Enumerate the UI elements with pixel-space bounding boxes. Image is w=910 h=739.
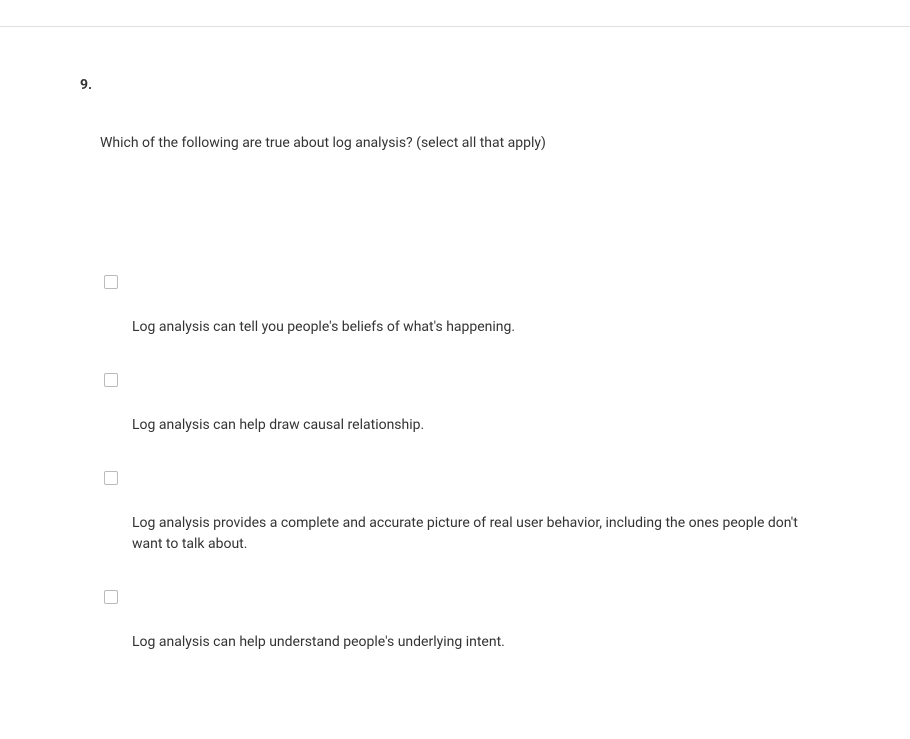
option-label: Log analysis provides a complete and acc…: [132, 513, 812, 555]
question-container: 9. Which of the following are true about…: [0, 27, 910, 653]
options-container: Log analysis can tell you people's belie…: [104, 274, 830, 653]
question-number: 9.: [80, 77, 100, 93]
question-header: 9.: [80, 77, 830, 93]
option-label: Log analysis can help understand people'…: [132, 632, 812, 653]
option-item: Log analysis can help understand people'…: [104, 589, 830, 653]
option-checkbox-4[interactable]: [104, 590, 118, 604]
option-label: Log analysis can tell you people's belie…: [132, 317, 812, 338]
option-checkbox-1[interactable]: [104, 275, 118, 289]
option-checkbox-2[interactable]: [104, 373, 118, 387]
option-checkbox-3[interactable]: [104, 471, 118, 485]
question-text: Which of the following are true about lo…: [100, 133, 830, 154]
checkbox-wrapper: [104, 589, 830, 608]
checkbox-wrapper: [104, 274, 830, 293]
checkbox-wrapper: [104, 372, 830, 391]
option-item: Log analysis can tell you people's belie…: [104, 274, 830, 338]
option-label: Log analysis can help draw causal relati…: [132, 415, 812, 436]
checkbox-wrapper: [104, 470, 830, 489]
option-item: Log analysis provides a complete and acc…: [104, 470, 830, 555]
option-item: Log analysis can help draw causal relati…: [104, 372, 830, 436]
